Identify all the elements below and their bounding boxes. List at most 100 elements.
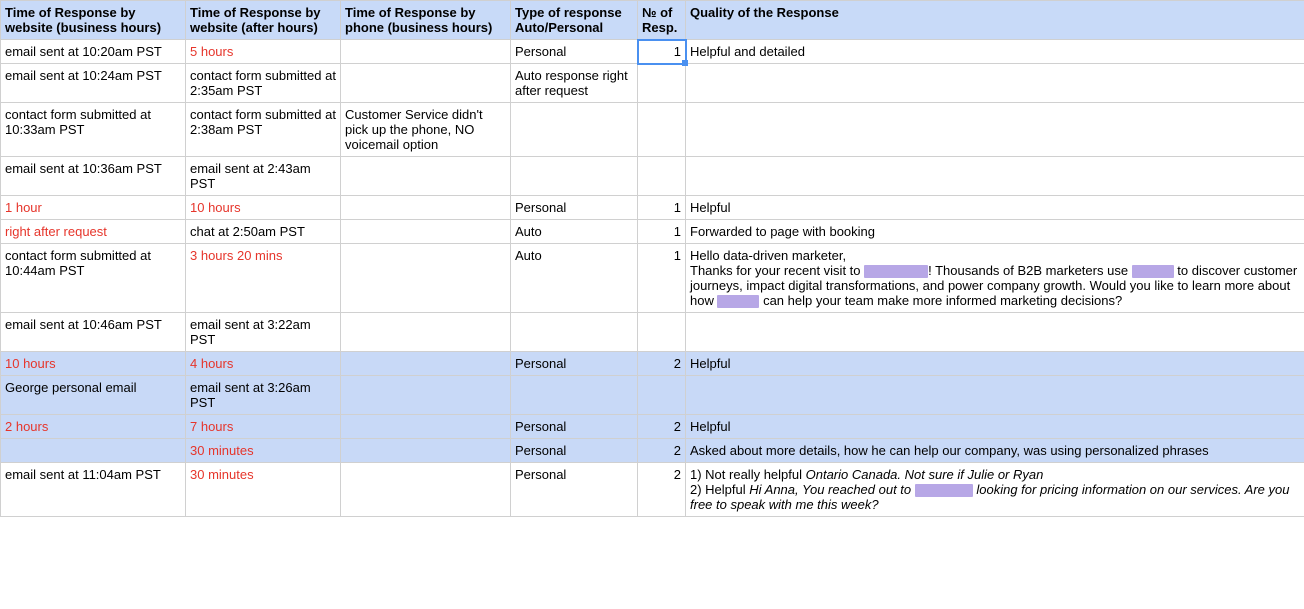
cell-c3[interactable]: Personal [511,196,638,220]
cell-c4[interactable] [638,103,686,157]
cell-c4[interactable]: 2 [638,415,686,439]
cell-c0[interactable]: 1 hour [1,196,186,220]
cell-quality[interactable]: Helpful [686,352,1304,376]
cell-quality[interactable]: Asked about more details, how he can hel… [686,439,1304,463]
cell-c2[interactable] [341,352,511,376]
cell-c2[interactable] [341,313,511,352]
cell-c2[interactable] [341,376,511,415]
cell-c2[interactable] [341,40,511,64]
cell-c1[interactable]: 7 hours [186,415,341,439]
table-row: right after requestchat at 2:50am PST Aut… [1,220,1304,244]
cell-quality[interactable]: Forwarded to page with booking [686,220,1304,244]
redacted-text [915,484,973,497]
cell-c3[interactable]: Personal [511,40,638,64]
header-col-1[interactable]: Time of Response by website (after hours… [186,1,341,40]
cell-c1[interactable]: email sent at 3:26am PST [186,376,341,415]
cell-c1[interactable]: 30 minutes [186,463,341,517]
cell-c1[interactable]: email sent at 3:22am PST [186,313,341,352]
header-col-5[interactable]: Quality of the Response [686,1,1304,40]
header-col-3[interactable]: Type of response Auto/Personal [511,1,638,40]
cell-c1[interactable]: contact form submitted at 2:38am PST [186,103,341,157]
header-col-0[interactable]: Time of Response by website (business ho… [1,1,186,40]
cell-c2[interactable] [341,463,511,517]
cell-c3[interactable]: Auto [511,220,638,244]
table-row: contact form submitted at 10:33am PSTcon… [1,103,1304,157]
cell-c1[interactable]: chat at 2:50am PST [186,220,341,244]
cell-c4[interactable]: 2 [638,463,686,517]
cell-c4[interactable]: 1 [638,220,686,244]
cell-quality[interactable]: 1) Not really helpful Ontario Canada. No… [686,463,1304,517]
cell-quality[interactable] [686,313,1304,352]
cell-c1[interactable]: 30 minutes [186,439,341,463]
cell-quality[interactable] [686,376,1304,415]
cell-c4[interactable] [638,64,686,103]
cell-c2[interactable] [341,415,511,439]
cell-c4[interactable] [638,376,686,415]
redacted-text [717,295,759,308]
cell-c0[interactable]: right after request [1,220,186,244]
cell-c0[interactable]: 2 hours [1,415,186,439]
cell-c1[interactable]: contact form submitted at 2:35am PST [186,64,341,103]
cell-c2[interactable] [341,157,511,196]
table-row: email sent at 10:24am PSTcontact form su… [1,64,1304,103]
cell-c3[interactable] [511,103,638,157]
cell-c1[interactable]: 3 hours 20 mins [186,244,341,313]
cell-c4[interactable]: 1 [638,196,686,220]
cell-c4[interactable]: 2 [638,352,686,376]
cell-quality[interactable]: Helpful [686,415,1304,439]
cell-c0[interactable]: 10 hours [1,352,186,376]
cell-c4[interactable] [638,313,686,352]
cell-c0[interactable]: George personal email [1,376,186,415]
cell-c1[interactable]: 4 hours [186,352,341,376]
table-row: email sent at 10:20am PST5 hours Personal… [1,40,1304,64]
cell-c3[interactable] [511,157,638,196]
cell-c2[interactable] [341,439,511,463]
table-row: 2 hours7 hours Personal2Helpful [1,415,1304,439]
cell-quality[interactable]: Helpful and detailed [686,40,1304,64]
cell-quality[interactable]: Helpful [686,196,1304,220]
table-row: 30 minutes Personal2Asked about more deta… [1,439,1304,463]
table-row: email sent at 11:04am PST30 minutes Perso… [1,463,1304,517]
cell-c0[interactable]: email sent at 10:36am PST [1,157,186,196]
header-col-2[interactable]: Time of Response by phone (business hour… [341,1,511,40]
cell-c0[interactable]: email sent at 10:20am PST [1,40,186,64]
cell-quality[interactable]: Hello data-driven marketer,Thanks for yo… [686,244,1304,313]
cell-c4[interactable]: 1 [638,40,686,64]
cell-c3[interactable]: Auto [511,244,638,313]
table-row: 10 hours4 hours Personal2Helpful [1,352,1304,376]
cell-c2[interactable] [341,196,511,220]
cell-c2[interactable]: Customer Service didn't pick up the phon… [341,103,511,157]
header-row: Time of Response by website (business ho… [1,1,1304,40]
cell-c0[interactable]: contact form submitted at 10:44am PST [1,244,186,313]
cell-quality[interactable] [686,157,1304,196]
cell-c1[interactable]: 5 hours [186,40,341,64]
cell-c0[interactable]: email sent at 11:04am PST [1,463,186,517]
cell-c3[interactable]: Personal [511,352,638,376]
cell-c2[interactable] [341,64,511,103]
cell-c1[interactable]: 10 hours [186,196,341,220]
cell-c4[interactable] [638,157,686,196]
cell-c1[interactable]: email sent at 2:43am PST [186,157,341,196]
cell-c2[interactable] [341,220,511,244]
table-row: 1 hour10 hours Personal1Helpful [1,196,1304,220]
redacted-text [864,265,928,278]
cell-c0[interactable]: contact form submitted at 10:33am PST [1,103,186,157]
header-col-4[interactable]: № of Resp. [638,1,686,40]
cell-c2[interactable] [341,244,511,313]
cell-c4[interactable]: 1 [638,244,686,313]
cell-c0[interactable]: email sent at 10:24am PST [1,64,186,103]
cell-c3[interactable]: Auto response right after request [511,64,638,103]
cell-c0[interactable] [1,439,186,463]
cell-c3[interactable]: Personal [511,463,638,517]
cell-c3[interactable]: Personal [511,439,638,463]
response-table[interactable]: Time of Response by website (business ho… [0,0,1304,517]
cell-quality[interactable] [686,103,1304,157]
cell-c4[interactable]: 2 [638,439,686,463]
table-row: contact form submitted at 10:44am PST3 h… [1,244,1304,313]
cell-c0[interactable]: email sent at 10:46am PST [1,313,186,352]
cell-c3[interactable] [511,376,638,415]
cell-quality[interactable] [686,64,1304,103]
cell-c3[interactable] [511,313,638,352]
cell-c3[interactable]: Personal [511,415,638,439]
table-row: email sent at 10:36am PSTemail sent at 2… [1,157,1304,196]
